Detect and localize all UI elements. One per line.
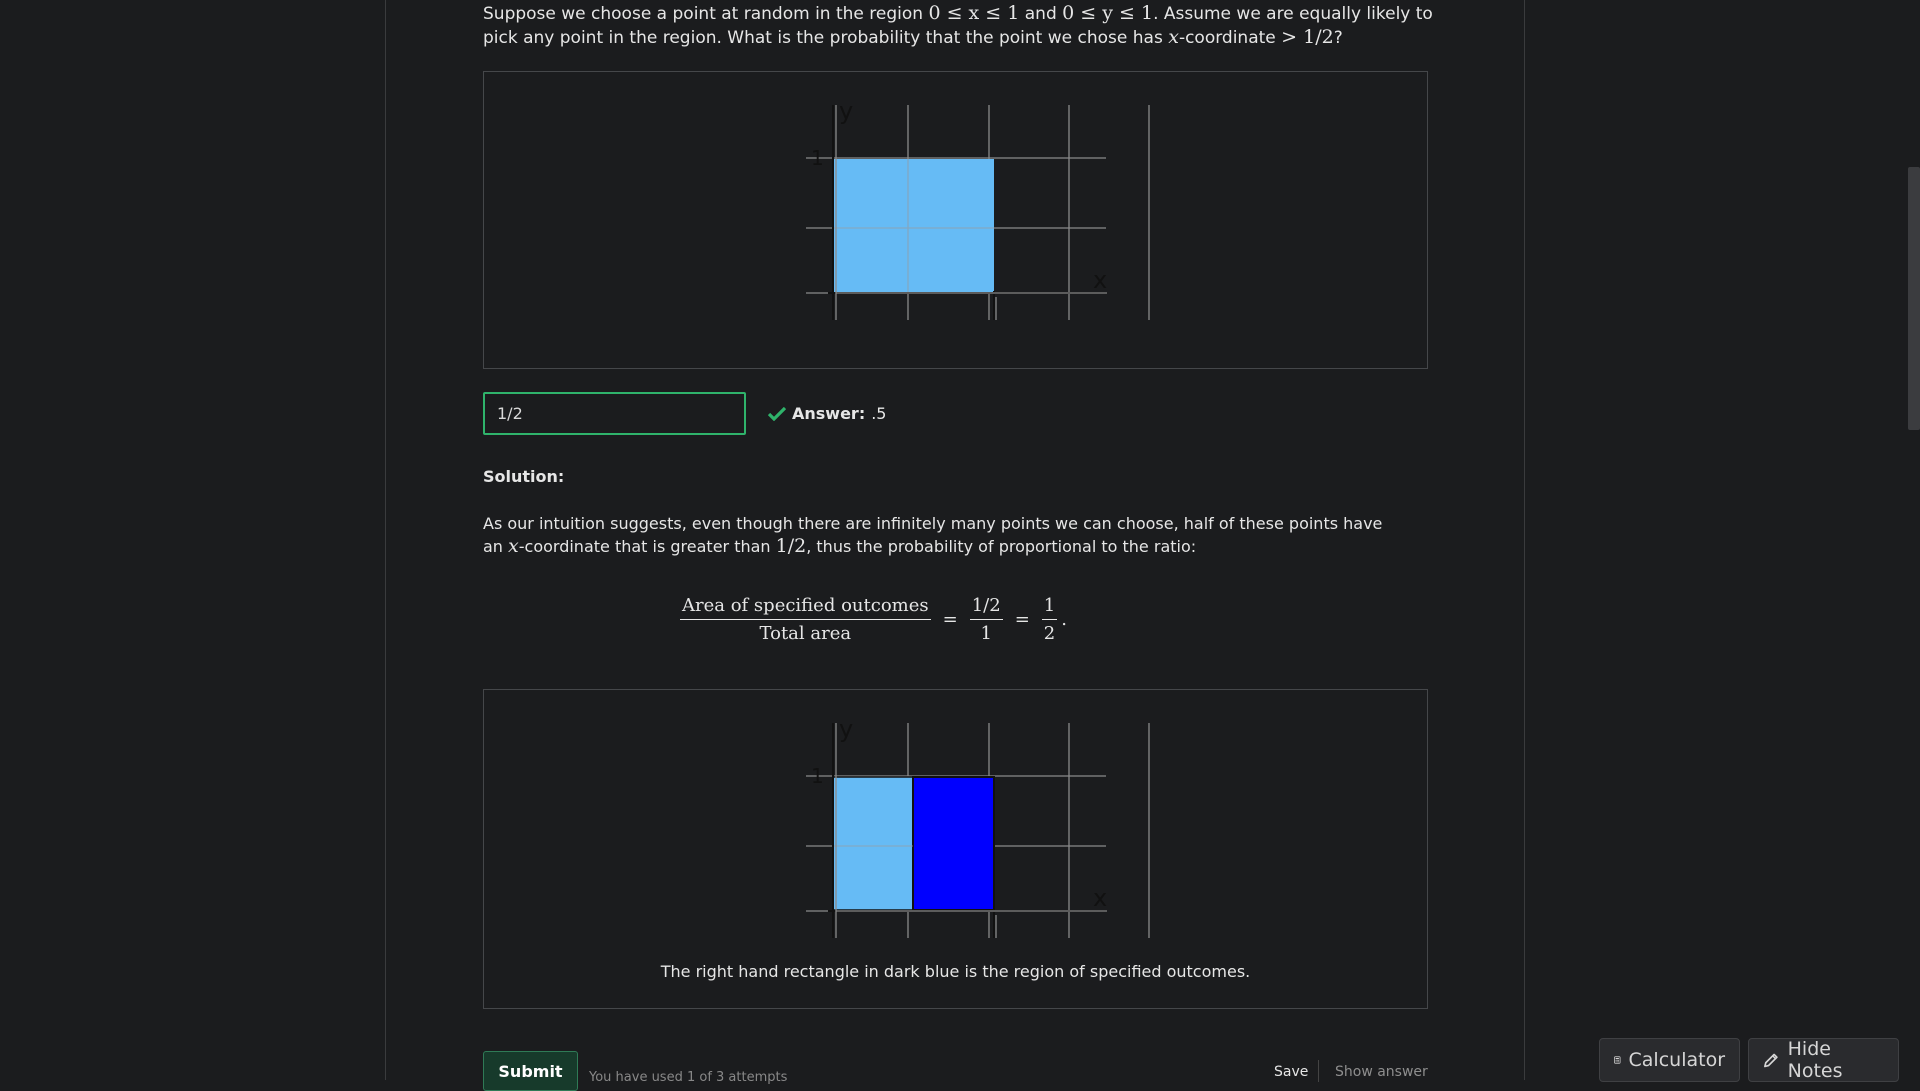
- left-half-rectangle: [832, 776, 914, 911]
- math-region-x: 0 ≤ x ≤ 1: [928, 2, 1020, 24]
- equals-sign: =: [942, 609, 958, 630]
- solution-part: -coordinate that is greater than: [518, 537, 776, 556]
- footer-divider: [1318, 1060, 1319, 1082]
- figure-solution: y 1 x The right hand rectangle in dark b…: [483, 689, 1428, 1009]
- solution-graph: y 1 x: [806, 715, 1150, 938]
- x-axis-label: x: [1093, 266, 1107, 294]
- calculator-button[interactable]: Calculator: [1599, 1038, 1740, 1082]
- fraction-one-half: 1 2: [1041, 595, 1058, 644]
- solution-part: , thus the probability of proportional t…: [806, 537, 1197, 556]
- attempts-text: You have used 1 of 3 attempts: [589, 1070, 788, 1085]
- calculator-icon: [1614, 1056, 1621, 1064]
- y-axis-label: y: [839, 715, 853, 743]
- fraction-denominator: Total area: [759, 623, 852, 644]
- figure-region: y 1 x: [483, 71, 1428, 369]
- y-tick-label: 1: [811, 146, 824, 170]
- submit-button[interactable]: Submit: [483, 1051, 578, 1091]
- y-tick-label: 1: [811, 764, 824, 788]
- answer-value: .5: [871, 404, 887, 423]
- question-part: and: [1019, 4, 1063, 24]
- equals-sign: =: [1014, 609, 1030, 630]
- fraction-half-over-one: 1/2 1: [969, 595, 1003, 644]
- question-text: Suppose we choose a point at random in t…: [483, 2, 1443, 50]
- right-half-rectangle: [912, 776, 995, 911]
- equation-period: .: [1061, 609, 1067, 630]
- calculator-label: Calculator: [1628, 1049, 1725, 1071]
- answer-label: Answer:: [792, 404, 866, 423]
- answer-status: Answer: .5: [768, 404, 886, 423]
- check-icon: [768, 406, 786, 421]
- fraction-denominator: 2: [1043, 623, 1056, 644]
- pencil-icon: [1764, 1053, 1778, 1068]
- math-region-y: 0 ≤ y ≤ 1: [1062, 2, 1154, 24]
- fraction-numerator: 1: [1041, 595, 1058, 620]
- math-x: x: [1168, 26, 1179, 48]
- fraction-numerator: 1/2: [969, 595, 1003, 620]
- save-button[interactable]: Save: [1274, 1064, 1308, 1080]
- region-graph: y 1 x: [806, 97, 1150, 320]
- math-half: 1/2: [775, 535, 807, 557]
- hide-notes-label: Hide Notes: [1787, 1038, 1843, 1082]
- show-answer-button[interactable]: Show answer: [1335, 1064, 1428, 1080]
- scrollbar-track[interactable]: [1908, 0, 1920, 1080]
- hide-notes-button[interactable]: Hide Notes: [1748, 1038, 1899, 1082]
- math-gt-half: > 1/2: [1281, 26, 1334, 48]
- solution-label: Solution:: [483, 467, 565, 486]
- fraction-denominator: 1: [980, 623, 992, 644]
- figure-caption: The right hand rectangle in dark blue is…: [660, 962, 1251, 981]
- region-square: [833, 159, 994, 292]
- question-part: ?: [1333, 28, 1343, 48]
- y-axis-label: y: [839, 97, 853, 125]
- ratio-equation: Area of specified outcomes Total area = …: [676, 595, 1067, 644]
- math-x: x: [508, 535, 519, 557]
- scrollbar-thumb[interactable]: [1908, 167, 1920, 430]
- answer-input[interactable]: [483, 392, 746, 435]
- main-column: Suppose we choose a point at random in t…: [385, 0, 1525, 1091]
- x-axis-label: x: [1093, 884, 1107, 912]
- question-part: -coordinate: [1178, 28, 1282, 48]
- fraction-area-ratio: Area of specified outcomes Total area: [680, 595, 931, 644]
- fraction-numerator: Area of specified outcomes: [680, 595, 931, 620]
- solution-text: As our intuition suggests, even though t…: [483, 512, 1383, 558]
- question-part: Suppose we choose a point at random in t…: [483, 4, 929, 24]
